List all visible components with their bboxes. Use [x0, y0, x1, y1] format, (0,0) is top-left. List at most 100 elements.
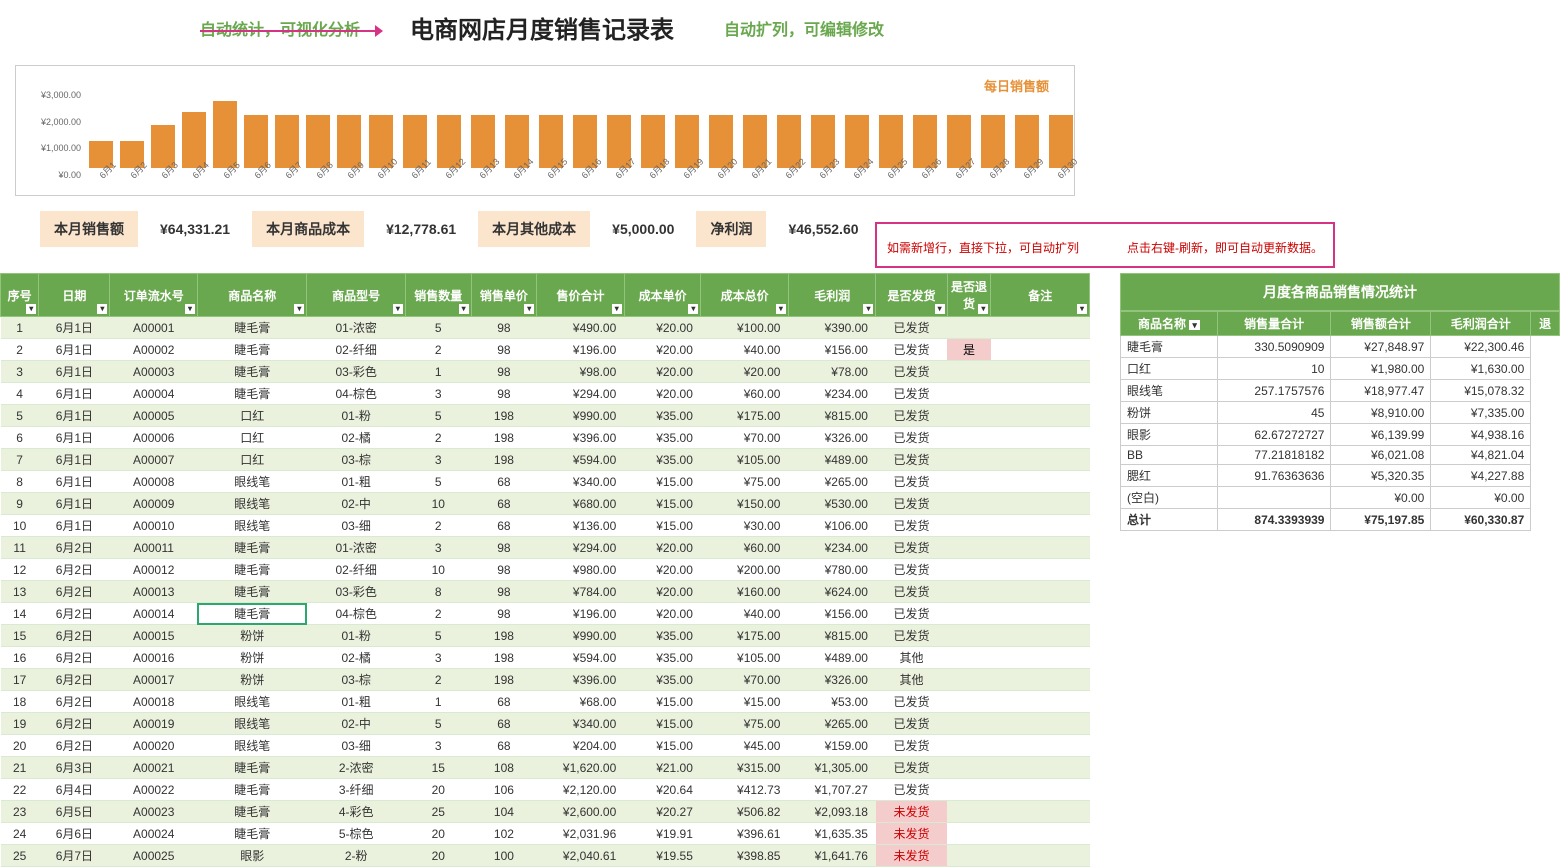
table-cell[interactable]: A00003	[110, 361, 198, 383]
table-cell[interactable]: 6月1日	[39, 383, 110, 405]
table-cell[interactable]: 睫毛膏	[197, 581, 306, 603]
table-row[interactable]: 196月2日A00019眼线笔02-中568¥340.00¥15.00¥75.0…	[1, 713, 1090, 735]
table-cell[interactable]: 03-彩色	[307, 581, 406, 603]
table-cell[interactable]: 2	[405, 515, 471, 537]
chart-bar[interactable]: 6月10	[365, 115, 397, 185]
table-cell[interactable]: 已发货	[876, 471, 947, 493]
table-cell[interactable]	[947, 515, 991, 537]
table-cell[interactable]: 已发货	[876, 405, 947, 427]
table-cell[interactable]: 198	[471, 449, 537, 471]
chart-bar[interactable]: 6月27	[943, 115, 975, 185]
table-cell[interactable]: 198	[471, 625, 537, 647]
table-cell[interactable]	[947, 471, 991, 493]
table-cell[interactable]: A00006	[110, 427, 198, 449]
table-cell[interactable]: 12	[1, 559, 39, 581]
pivot-cell[interactable]: 睫毛膏	[1121, 336, 1218, 358]
table-cell[interactable]: 已发货	[876, 493, 947, 515]
table-cell[interactable]: ¥70.00	[701, 669, 789, 691]
table-cell[interactable]: ¥234.00	[788, 383, 876, 405]
chart-bar[interactable]: 6月7	[272, 115, 301, 185]
table-cell[interactable]: 98	[471, 383, 537, 405]
filter-dropdown-icon[interactable]: ▾	[935, 304, 945, 314]
table-cell[interactable]: 已发货	[876, 317, 947, 339]
table-cell[interactable]: 6月6日	[39, 823, 110, 845]
table-cell[interactable]: ¥35.00	[624, 647, 701, 669]
table-cell[interactable]: ¥265.00	[788, 713, 876, 735]
table-row[interactable]: 116月2日A00011睫毛膏01-浓密398¥294.00¥20.00¥60.…	[1, 537, 1090, 559]
table-cell[interactable]: A00025	[110, 845, 198, 867]
table-header[interactable]: 成本总价▾	[701, 274, 789, 317]
table-cell[interactable]: 25	[1, 845, 39, 867]
filter-dropdown-icon[interactable]: ▾	[978, 304, 988, 314]
table-cell[interactable]	[991, 691, 1090, 713]
table-cell[interactable]: 2	[405, 603, 471, 625]
table-cell[interactable]: ¥175.00	[701, 625, 789, 647]
table-cell[interactable]: ¥20.00	[624, 339, 701, 361]
table-cell[interactable]: 3	[405, 449, 471, 471]
table-cell[interactable]: ¥159.00	[788, 735, 876, 757]
table-cell[interactable]	[991, 845, 1090, 867]
table-cell[interactable]: 3	[405, 735, 471, 757]
table-cell[interactable]	[991, 537, 1090, 559]
table-cell[interactable]: 7	[1, 449, 39, 471]
table-cell[interactable]	[991, 559, 1090, 581]
table-cell[interactable]: 02-中	[307, 713, 406, 735]
pivot-cell[interactable]: ¥18,977.47	[1331, 380, 1431, 402]
table-cell[interactable]: 已发货	[876, 779, 947, 801]
table-cell[interactable]: 5	[405, 713, 471, 735]
filter-dropdown-icon[interactable]: ▾	[97, 304, 107, 314]
pivot-header[interactable]: 退	[1531, 312, 1560, 336]
table-cell[interactable]: 已发货	[876, 383, 947, 405]
table-cell[interactable]: ¥489.00	[788, 449, 876, 471]
table-cell[interactable]: ¥175.00	[701, 405, 789, 427]
table-cell[interactable]: 2-粉	[307, 845, 406, 867]
table-cell[interactable]: 1	[405, 691, 471, 713]
table-row[interactable]: 66月1日A00006口红02-橘2198¥396.00¥35.00¥70.00…	[1, 427, 1090, 449]
table-cell[interactable]: ¥19.55	[624, 845, 701, 867]
table-cell[interactable]: ¥150.00	[701, 493, 789, 515]
table-cell[interactable]: ¥106.00	[788, 515, 876, 537]
chart-bar[interactable]: 6月24	[841, 115, 873, 185]
table-cell[interactable]: ¥2,031.96	[537, 823, 625, 845]
chart-bar[interactable]: 6月23	[807, 115, 839, 185]
table-cell[interactable]: 5	[405, 625, 471, 647]
pivot-cell[interactable]: 10	[1217, 358, 1331, 380]
table-cell[interactable]: 1	[1, 317, 39, 339]
table-cell[interactable]: 20	[405, 779, 471, 801]
chart-bar[interactable]: 6月6	[241, 115, 270, 185]
table-cell[interactable]: ¥200.00	[701, 559, 789, 581]
table-cell[interactable]	[947, 713, 991, 735]
table-cell[interactable]: ¥40.00	[701, 603, 789, 625]
pivot-cell[interactable]: ¥4,821.04	[1431, 446, 1531, 465]
pivot-cell[interactable]: ¥1,980.00	[1331, 358, 1431, 380]
table-cell[interactable]: ¥594.00	[537, 647, 625, 669]
pivot-cell[interactable]: 腮红	[1121, 465, 1218, 487]
table-cell[interactable]: ¥624.00	[788, 581, 876, 603]
table-cell[interactable]: ¥204.00	[537, 735, 625, 757]
filter-dropdown-icon[interactable]: ▾	[26, 304, 36, 314]
chart-bar[interactable]: 6月30	[1045, 115, 1077, 185]
table-cell[interactable]: A00024	[110, 823, 198, 845]
table-cell[interactable]: 其他	[876, 669, 947, 691]
pivot-header[interactable]: 毛利润合计	[1431, 312, 1531, 336]
table-cell[interactable]	[991, 471, 1090, 493]
table-cell[interactable]: ¥315.00	[701, 757, 789, 779]
table-cell[interactable]: 6月2日	[39, 691, 110, 713]
table-cell[interactable]: 04-棕色	[307, 383, 406, 405]
table-cell[interactable]	[947, 625, 991, 647]
table-cell[interactable]: ¥530.00	[788, 493, 876, 515]
table-cell[interactable]: ¥156.00	[788, 339, 876, 361]
pivot-cell[interactable]: ¥6,021.08	[1331, 446, 1431, 465]
table-cell[interactable]: 未发货	[876, 823, 947, 845]
table-cell[interactable]: 98	[471, 603, 537, 625]
table-header[interactable]: 备注▾	[991, 274, 1090, 317]
table-cell[interactable]	[947, 383, 991, 405]
table-cell[interactable]: 3	[405, 647, 471, 669]
table-row[interactable]: 36月1日A00003睫毛膏03-彩色198¥98.00¥20.00¥20.00…	[1, 361, 1090, 383]
table-cell[interactable]: ¥340.00	[537, 471, 625, 493]
chart-bar[interactable]: 6月15	[535, 115, 567, 185]
table-cell[interactable]: ¥68.00	[537, 691, 625, 713]
table-cell[interactable]: A00021	[110, 757, 198, 779]
table-cell[interactable]: 口红	[197, 427, 306, 449]
table-header[interactable]: 销售数量▾	[405, 274, 471, 317]
